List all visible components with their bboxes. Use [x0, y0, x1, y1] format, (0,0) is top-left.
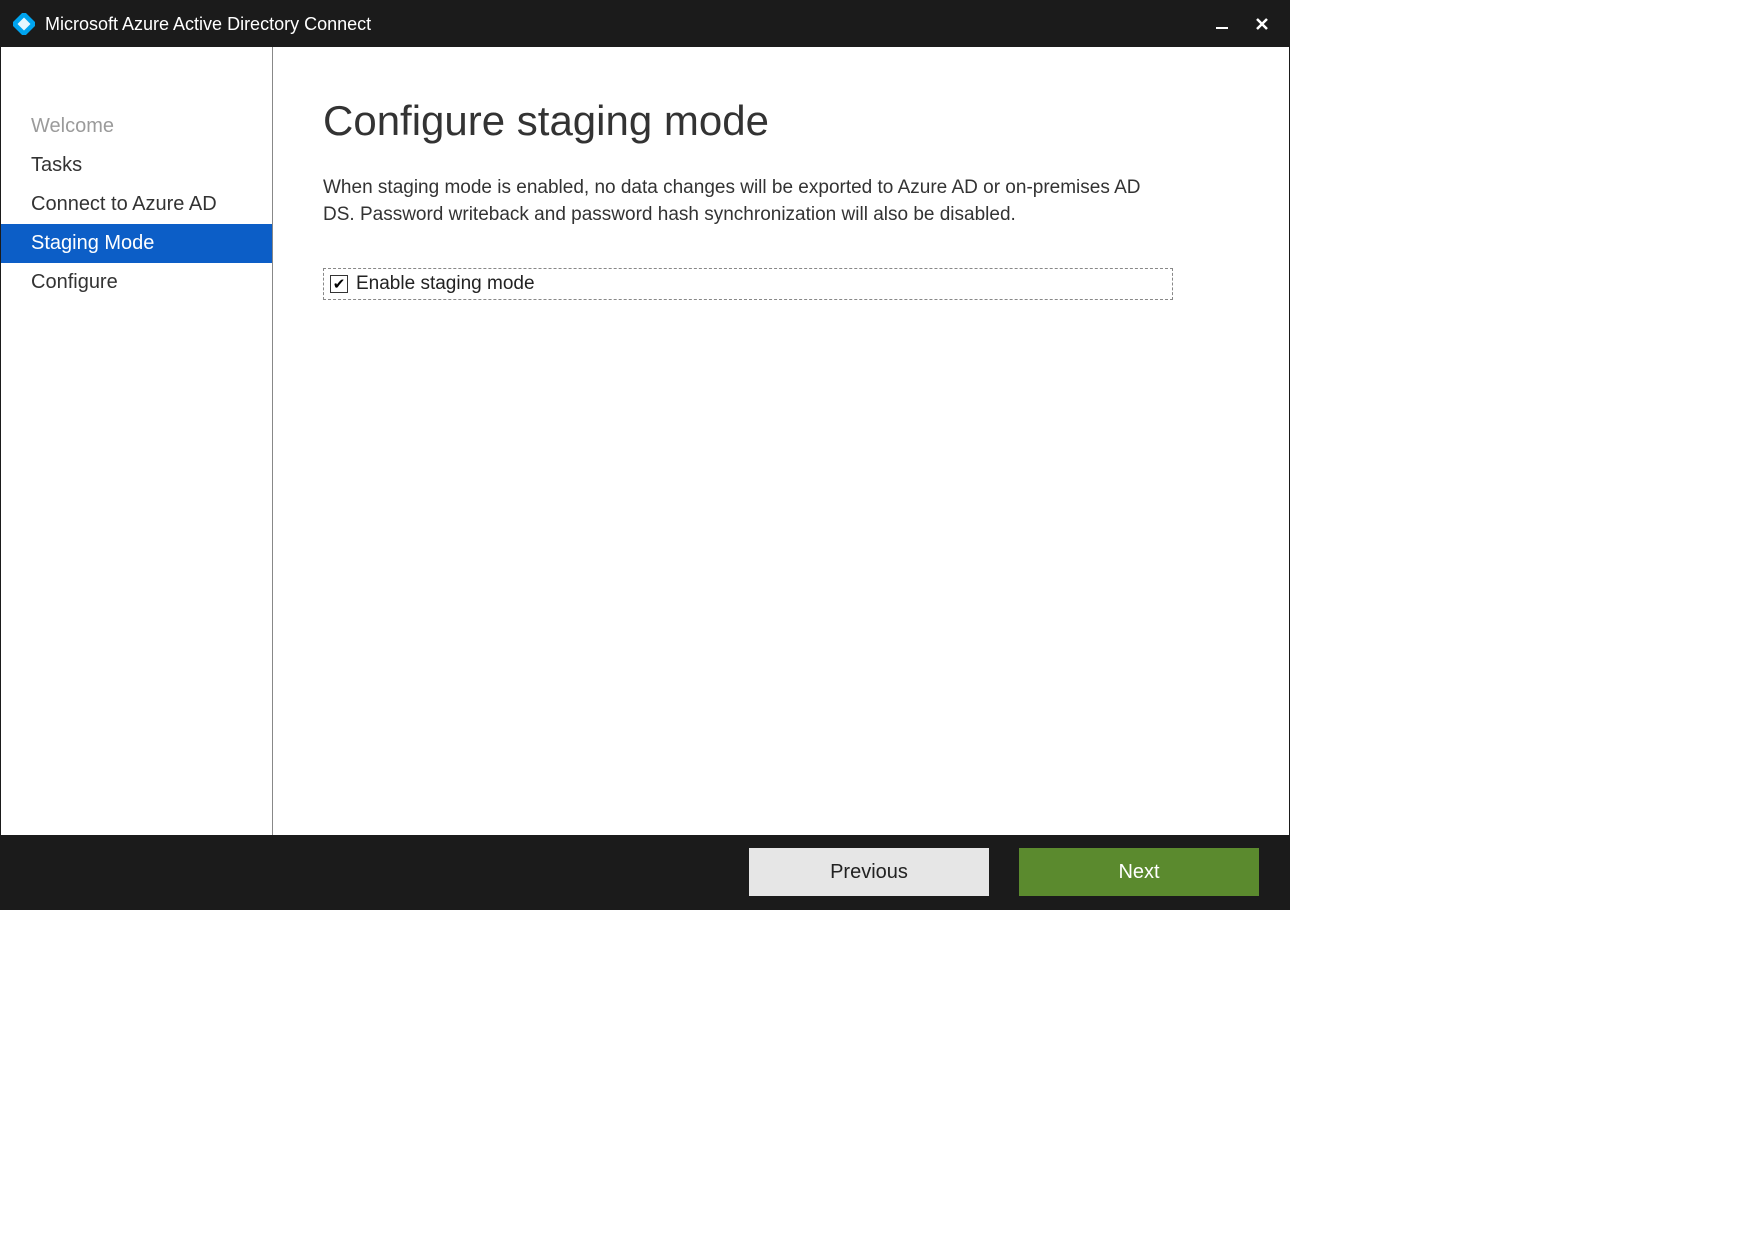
close-button[interactable] — [1247, 9, 1277, 39]
sidebar: Welcome Tasks Connect to Azure AD Stagin… — [1, 47, 273, 835]
next-button[interactable]: Next — [1019, 848, 1259, 896]
sidebar-item-staging-mode[interactable]: Staging Mode — [1, 224, 272, 263]
minimize-button[interactable] — [1207, 9, 1237, 39]
page-title: Configure staging mode — [323, 97, 1239, 145]
app-title: Microsoft Azure Active Directory Connect — [45, 14, 1197, 35]
footer: Previous Next — [1, 835, 1289, 909]
page-description: When staging mode is enabled, no data ch… — [323, 175, 1163, 228]
checkbox-icon: ✔ — [330, 275, 348, 293]
content: Welcome Tasks Connect to Azure AD Stagin… — [1, 47, 1289, 835]
sidebar-item-welcome[interactable]: Welcome — [1, 107, 272, 146]
main-panel: Configure staging mode When staging mode… — [273, 47, 1289, 835]
azure-icon — [13, 13, 35, 35]
previous-button[interactable]: Previous — [749, 848, 989, 896]
titlebar: Microsoft Azure Active Directory Connect — [1, 1, 1289, 47]
checkbox-label: Enable staging mode — [356, 273, 535, 295]
sidebar-item-tasks[interactable]: Tasks — [1, 146, 272, 185]
sidebar-item-configure[interactable]: Configure — [1, 263, 272, 302]
enable-staging-mode-checkbox[interactable]: ✔ Enable staging mode — [323, 268, 1173, 300]
sidebar-item-connect-azure-ad[interactable]: Connect to Azure AD — [1, 185, 272, 224]
